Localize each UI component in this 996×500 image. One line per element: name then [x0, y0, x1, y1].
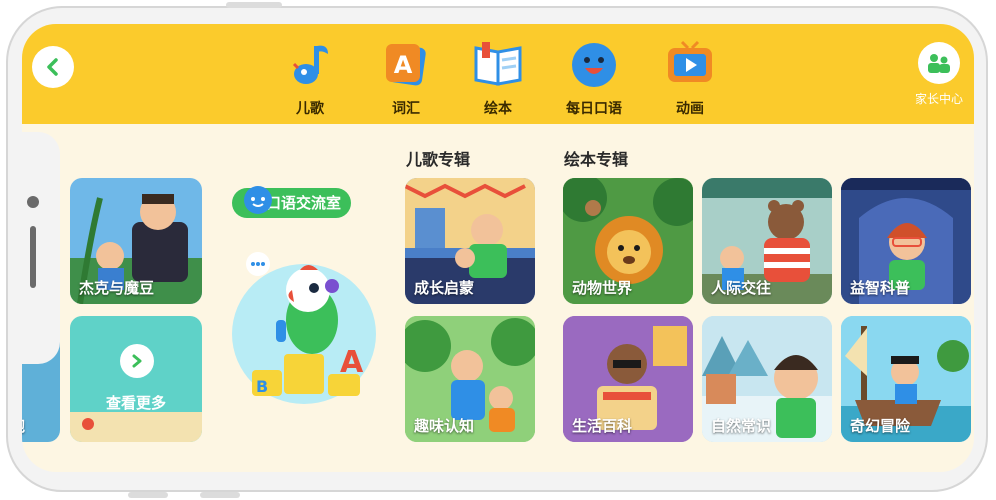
- phone-bottom-button-2: [200, 492, 240, 498]
- album-card-label: 生活百科: [572, 417, 633, 435]
- nav-daily-speaking-label: 每日口语: [566, 101, 622, 117]
- book-icon: [474, 42, 522, 86]
- nav-vocabulary-label: 词汇: [392, 101, 420, 117]
- book-album-social[interactable]: 人际交往: [702, 178, 832, 304]
- books-section-title: 绘本专辑: [564, 150, 629, 169]
- song-album-growth[interactable]: 成长启蒙: [405, 178, 535, 304]
- book-album-science[interactable]: 益智科普: [841, 178, 971, 304]
- album-card-label: 趣味认知: [414, 417, 475, 435]
- back-button[interactable]: [32, 46, 74, 88]
- nav-songs-label: 儿歌: [296, 101, 324, 117]
- view-more-background: [70, 412, 202, 442]
- phone-top-button: [226, 2, 282, 8]
- top-nav-bar: 儿歌 A 词汇 绘本 每日口语 动画 家长中心: [22, 24, 974, 124]
- phone-bottom-button: [128, 492, 168, 498]
- album-card-label: 动物世界: [572, 279, 633, 297]
- app-screen: 儿歌 A 词汇 绘本 每日口语 动画 家长中心 杰克与魔豆 查看更多 口语交流室…: [22, 24, 974, 472]
- parrot-illustration: A B: [232, 252, 376, 404]
- album-card-label: 人际交往: [711, 279, 772, 297]
- speaker-grille: [30, 226, 36, 288]
- album-card-label: 成长启蒙: [414, 279, 475, 297]
- nav-animation-label: 动画: [676, 101, 704, 117]
- songs-section-title: 儿歌专辑: [406, 150, 471, 169]
- album-card-label: 奇幻冒险: [850, 417, 911, 435]
- song-album-cognition[interactable]: 趣味认知: [405, 316, 535, 442]
- smiley-face-icon: [572, 43, 616, 87]
- book-album-adventure[interactable]: 奇幻冒险: [841, 316, 971, 442]
- front-camera: [27, 196, 39, 208]
- view-more-card[interactable]: 查看更多: [70, 316, 202, 442]
- book-album-nature[interactable]: 自然常识: [702, 316, 832, 442]
- album-card-jack-beanstalk[interactable]: 杰克与魔豆: [70, 178, 202, 304]
- svg-text:A: A: [340, 345, 364, 380]
- chat-bubble-icon: [244, 186, 272, 214]
- nav-picture-books-label: 绘本: [484, 101, 512, 117]
- svg-text:B: B: [256, 377, 268, 396]
- phone-notch: [22, 132, 60, 364]
- view-more-arrow-button: [120, 344, 154, 378]
- view-more-label: 查看更多: [105, 394, 166, 412]
- partial-card-label: 鲍: [22, 415, 25, 436]
- nav-songs[interactable]: 儿歌: [272, 38, 348, 118]
- parent-center-label: 家长中心: [914, 92, 963, 106]
- chevron-left-icon: [47, 58, 58, 76]
- nav-vocabulary[interactable]: A 词汇: [368, 38, 444, 118]
- music-note-icon: [292, 45, 328, 84]
- tv-play-icon: [668, 40, 712, 82]
- nav-picture-books[interactable]: 绘本: [460, 38, 536, 118]
- svg-text:A: A: [394, 51, 413, 79]
- oral-room-card[interactable]: 口语交流室 A B: [228, 184, 380, 422]
- book-album-animals[interactable]: 动物世界: [563, 178, 693, 304]
- nav-animation[interactable]: 动画: [652, 38, 728, 118]
- chevron-right-icon: [132, 354, 142, 368]
- album-card-label: 益智科普: [850, 279, 911, 297]
- book-album-life[interactable]: 生活百科: [563, 316, 693, 442]
- album-card-label: 杰克与魔豆: [79, 279, 155, 297]
- parent-center-button[interactable]: 家长中心: [904, 42, 974, 107]
- parents-icon: [928, 54, 950, 73]
- oral-room-label: 口语交流室: [266, 194, 342, 212]
- letter-a-icon: A: [386, 44, 426, 86]
- nav-daily-speaking[interactable]: 每日口语: [556, 38, 632, 118]
- album-card-label: 自然常识: [711, 417, 772, 435]
